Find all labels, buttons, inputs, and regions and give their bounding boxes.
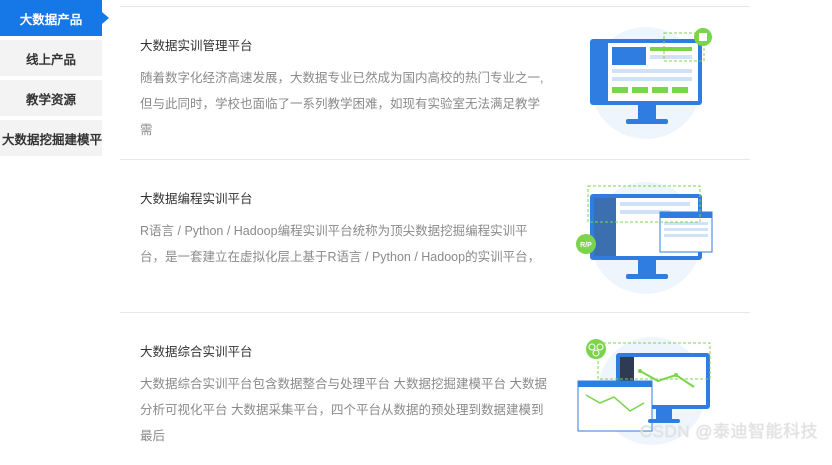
product-card[interactable]: 大数据综合实训平台 大数据综合实训平台包含数据整合与处理平台 大数据挖掘建模平台…	[120, 312, 750, 465]
watermark: CSDN @泰迪智能科技	[639, 422, 818, 441]
sidebar-item-label: 线上产品	[25, 52, 76, 67]
product-description: R语言 / Python / Hadoop编程实训平台统称为顶尖数据挖掘编程实训…	[140, 224, 541, 264]
rp-badge-text: R/P	[580, 242, 592, 249]
product-card[interactable]: 大数据实训管理平台 随着数字化经济高速发展，大数据专业已然成为国内高校的热门专业…	[120, 6, 750, 159]
product-card[interactable]: 大数据编程实训平台 R语言 / Python / Hadoop编程实训平台统称为…	[120, 159, 750, 312]
sidebar-item-label: 教学资源	[25, 92, 76, 107]
sidebar-item-label: 大数据挖掘建模平	[2, 132, 102, 147]
sidebar-nav: 大数据产品 线上产品 教学资源 大数据挖掘建模平	[0, 0, 109, 160]
monitor-ide-icon: R/P	[576, 182, 713, 294]
sidebar-item-online-products[interactable]: 线上产品	[0, 40, 102, 76]
sidebar-item-bigdata-products[interactable]: 大数据产品	[0, 0, 109, 36]
product-list: 大数据实训管理平台 随着数字化经济高速发展，大数据专业已然成为国内高校的热门专业…	[120, 6, 750, 465]
sidebar-item-mining-platform[interactable]: 大数据挖掘建模平	[0, 120, 102, 156]
sidebar-item-teaching-resources[interactable]: 教学资源	[0, 80, 102, 116]
product-description: 大数据综合实训平台包含数据整合与处理平台 大数据挖掘建模平台 大数据分析可视化平…	[140, 377, 547, 443]
product-description: 随着数字化经济高速发展，大数据专业已然成为国内高校的热门专业之一,但与此同时，学…	[140, 71, 544, 137]
product-title[interactable]: 大数据综合实训平台	[140, 341, 253, 360]
product-title[interactable]: 大数据实训管理平台	[140, 35, 253, 54]
product-title[interactable]: 大数据编程实训平台	[140, 188, 253, 207]
monitor-dashboard-icon	[590, 27, 712, 139]
sidebar-item-label: 大数据产品	[19, 12, 83, 27]
